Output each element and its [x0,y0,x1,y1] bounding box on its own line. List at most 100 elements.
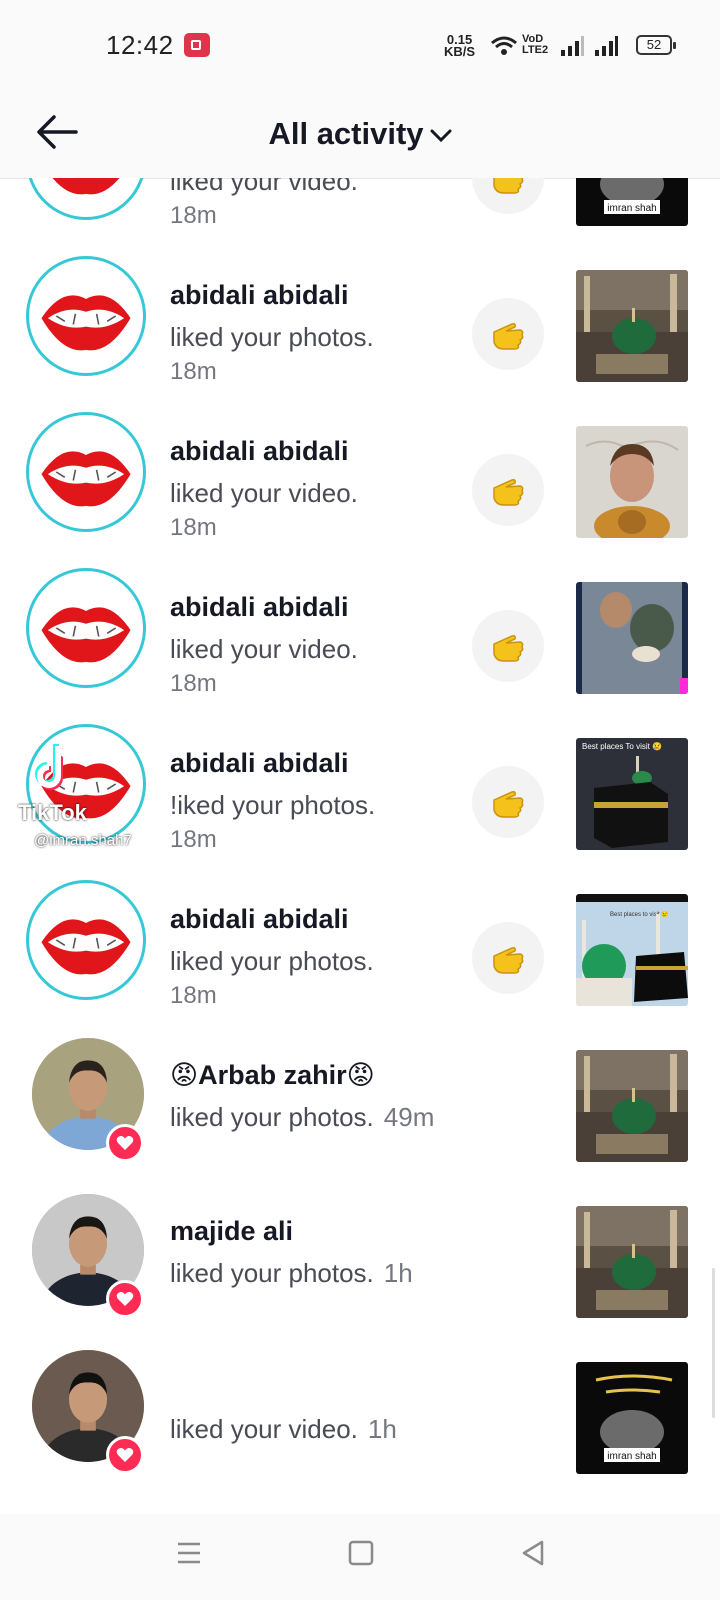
activity-text: liked your video. 1h [170,1414,397,1445]
activity-action: liked your photos. [170,1258,374,1288]
wifi-icon [491,36,517,55]
notification-row[interactable]: majide ali liked your photos. 1h [0,1156,720,1318]
thumb-label: imran shah [607,1451,656,1462]
thumb-label: imran shah [607,203,656,214]
thumb-caption: Best places To visit 😢 [582,742,662,751]
avatar[interactable] [26,724,146,844]
activity-text: liked your photos. 1h [170,1258,413,1289]
activity-action: liked your video. [170,178,358,196]
lips-avatar-image [33,178,139,213]
activity-action: !iked your photos. [170,790,376,820]
post-thumbnail[interactable] [576,582,688,694]
heart-icon [116,1448,134,1462]
chevron-down-icon [430,129,452,143]
avatar[interactable] [26,178,146,220]
username[interactable]: abidali abidali [170,592,349,623]
volte-bottom: LTE2 [522,44,549,56]
thumb-caption-2: Best places to visit 😢 [610,910,669,918]
username[interactable]: 😡Arbab zahir😡 [170,1060,375,1091]
wave-back-button[interactable] [472,454,544,526]
menu-icon[interactable] [176,1540,202,1566]
activity-action: liked your photos. [170,322,374,352]
activity-time: 1h [383,1258,413,1288]
post-thumbnail[interactable]: imran shah [576,178,688,226]
post-thumbnail[interactable]: Best places to visit 😢 [576,894,688,1006]
signal-icon-2 [595,36,618,56]
lips-avatar-image [33,731,139,837]
battery-icon: 52 [636,35,676,55]
username[interactable]: abidali abidali [170,436,349,467]
like-badge [106,1436,144,1474]
signal-icon [561,36,584,56]
activity-time: 49m [383,1102,435,1132]
post-thumbnail[interactable] [576,270,688,382]
activity-list[interactable]: liked your video. 18m imran shah abidali … [0,178,720,1514]
activity-action: liked your photos. [170,946,374,976]
activity-text: liked your photos. [170,322,374,353]
avatar[interactable] [26,412,146,532]
username[interactable]: abidali abidali [170,748,349,779]
lips-avatar-image [33,887,139,993]
activity-rows: liked your video. 18m imran shah abidali … [0,178,720,1474]
lips-avatar-image [33,575,139,681]
lips-avatar-image [33,263,139,369]
network-speed-unit: KB/S [444,44,476,59]
notification-row[interactable]: abidali abidali liked your photos. 18m [0,220,720,385]
activity-text: liked your video. [170,178,358,197]
username[interactable]: abidali abidali [170,904,349,935]
post-thumbnail[interactable]: Best places To visit 😢 [576,738,688,850]
activity-action: liked your photos. [170,1102,374,1132]
activity-text: !iked your photos. [170,790,375,821]
wave-back-button[interactable] [472,766,544,838]
activity-action: liked your video. [170,634,358,664]
activity-text: liked your video. [170,478,358,509]
wave-hand-icon [493,791,524,818]
activity-text: liked your video. [170,634,358,665]
post-thumbnail[interactable] [576,426,688,538]
home-icon[interactable] [348,1540,374,1566]
volte-indicator: VoD LTE2 [522,34,548,56]
avatar[interactable] [26,568,146,688]
wave-back-button[interactable] [472,922,544,994]
activity-filter-dropdown[interactable]: All activity [0,90,720,178]
wave-back-button[interactable] [472,298,544,370]
activity-text: liked your photos. [170,946,374,977]
wave-hand-icon [493,178,524,194]
system-nav-bar [0,1514,720,1600]
username[interactable]: abidali abidali [170,280,349,311]
notification-row[interactable]: liked your video. 18m imran shah [0,178,720,229]
activity-action: liked your video. [170,478,358,508]
heart-icon [116,1292,134,1306]
wave-hand-icon [493,323,524,350]
heart-icon [116,1136,134,1150]
notification-row[interactable]: liked your video. 1h imran shah [0,1312,720,1474]
header: All activity [0,90,720,179]
wave-back-button[interactable] [472,178,544,214]
lips-avatar-image [33,419,139,525]
activity-action: liked your video. [170,1414,358,1444]
status-bar: 12:42 0.15 KB/S VoD LTE2 52 [0,0,720,90]
screen-record-icon [184,33,210,57]
scrollbar[interactable] [712,1268,715,1418]
wave-hand-icon [493,479,524,506]
back-nav-icon[interactable] [520,1540,546,1566]
notification-row[interactable]: 😡Arbab zahir😡 liked your photos. 49m [0,1000,720,1162]
username[interactable]: majide ali [170,1216,293,1247]
avatar[interactable] [26,880,146,1000]
notification-row[interactable]: abidali abidali liked your video. 18m [0,532,720,697]
wave-hand-icon [493,947,524,974]
status-time: 12:42 [106,30,174,60]
post-thumbnail[interactable] [576,1206,688,1318]
wave-hand-icon [493,635,524,662]
post-thumbnail[interactable]: imran shah [576,1362,688,1474]
notification-row[interactable]: abidali abidali liked your photos. 18m Bes… [0,844,720,1009]
network-speed: 0.15 KB/S [444,33,476,59]
activity-time: 1h [367,1414,397,1444]
notification-row[interactable]: abidali abidali liked your video. 18m [0,376,720,541]
page-title: All activity [268,116,424,151]
post-thumbnail[interactable] [576,1050,688,1162]
wave-back-button[interactable] [472,610,544,682]
notification-row[interactable]: abidali abidali !iked your photos. 18m Bes… [0,688,720,853]
avatar[interactable] [26,256,146,376]
activity-text: liked your photos. 49m [170,1102,434,1133]
